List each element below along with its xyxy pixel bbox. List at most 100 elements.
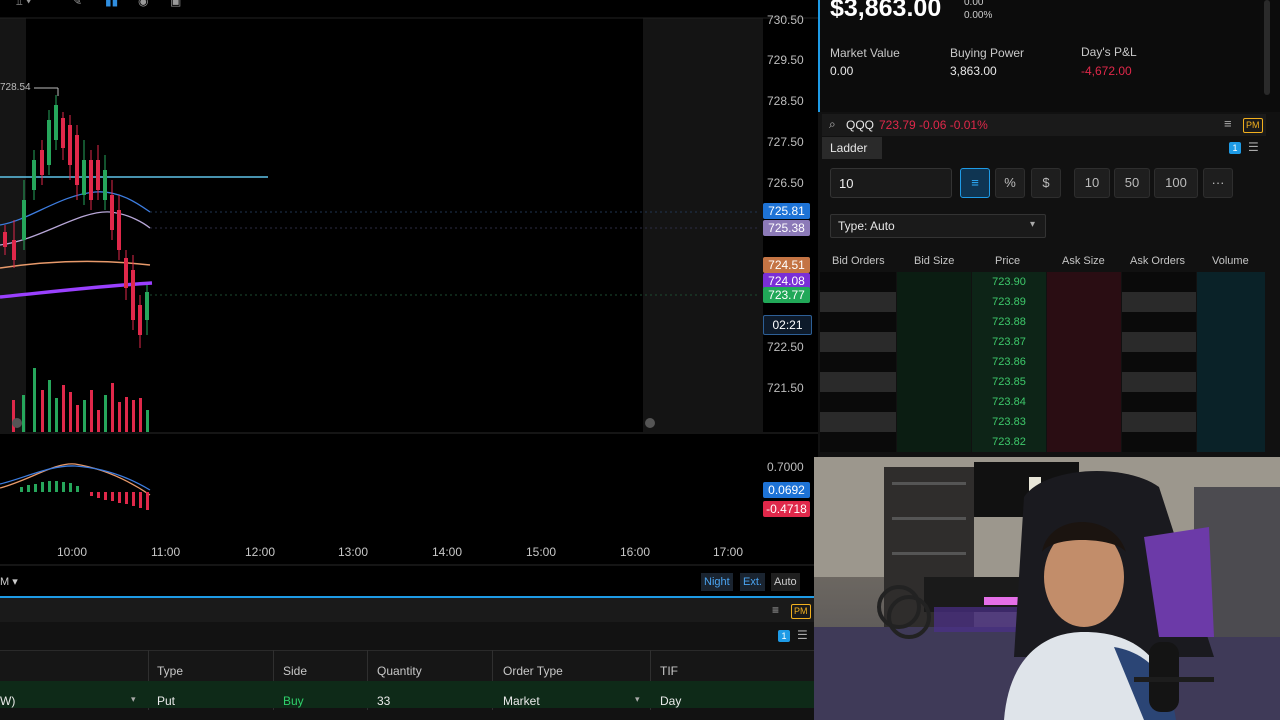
ask-size-cell[interactable] [1047,352,1121,372]
ask-size-cell[interactable] [1047,392,1121,412]
list-icon[interactable]: ☰ [1248,140,1259,154]
price-cell[interactable]: 723.86 [972,352,1046,372]
col-ask-orders[interactable]: Ask Orders [1130,255,1185,267]
ask-size-cell[interactable] [1047,312,1121,332]
bid-orders-cell[interactable] [820,312,896,332]
bid-size-cell[interactable] [897,292,971,312]
timeframe-select[interactable]: M ▾ [0,575,18,588]
ext-button[interactable]: Ext. [740,573,765,591]
chevron-down-icon[interactable]: ▾ [131,694,136,705]
bid-orders-cell[interactable] [820,352,896,372]
bid-orders-cell[interactable] [820,372,896,392]
ask-size-cell[interactable] [1047,432,1121,452]
menu-icon[interactable]: ≡ [1224,116,1232,131]
ask-orders-cell[interactable] [1122,352,1196,372]
quantity-input[interactable]: 10 [830,168,952,198]
type-select[interactable]: Type: Auto ▾ [830,214,1046,238]
auto-button[interactable]: Auto [771,573,800,591]
volume-cell[interactable] [1197,272,1265,292]
percent-icon[interactable]: % [995,168,1025,198]
ask-orders-cell[interactable] [1122,332,1196,352]
col-price[interactable]: Price [995,255,1020,267]
link-badge[interactable]: 1 [778,630,790,642]
bid-size-cell[interactable] [897,372,971,392]
chart-panel[interactable]: ⫫ ▾ ✎ ▮▮ ◉ ▣ 728.54 730.50 729.50 728.50… [0,0,818,598]
bid-size-cell[interactable] [897,352,971,372]
list-icon[interactable]: ☰ [797,628,808,642]
ask-orders-cell[interactable] [1122,432,1196,452]
bid-size-cell[interactable] [897,432,971,452]
price-cell[interactable]: 723.83 [972,412,1046,432]
order-type-value[interactable]: Put [157,694,175,708]
volume-cell[interactable] [1197,392,1265,412]
ask-size-cell[interactable] [1047,272,1121,292]
volume-cell[interactable] [1197,332,1265,352]
ladder-row[interactable]: 723.89 [820,292,1265,312]
ask-orders-cell[interactable] [1122,372,1196,392]
volume-cell[interactable] [1197,432,1265,452]
bid-size-cell[interactable] [897,412,971,432]
order-row[interactable] [0,681,818,708]
bid-size-cell[interactable] [897,312,971,332]
order-tif-value[interactable]: Day [660,694,681,708]
ask-orders-cell[interactable] [1122,292,1196,312]
ladder-row[interactable]: 723.83 [820,412,1265,432]
price-cell[interactable]: 723.84 [972,392,1046,412]
ask-orders-cell[interactable] [1122,412,1196,432]
ask-size-cell[interactable] [1047,332,1121,352]
more-button[interactable]: ··· [1203,168,1233,198]
menu-icon[interactable]: ≡ [772,603,779,617]
volume-cell[interactable] [1197,312,1265,332]
ladder-row[interactable]: 723.82 [820,432,1265,452]
bid-size-cell[interactable] [897,332,971,352]
col-bid-size[interactable]: Bid Size [914,255,954,267]
bid-size-cell[interactable] [897,272,971,292]
bid-orders-cell[interactable] [820,412,896,432]
ask-size-cell[interactable] [1047,372,1121,392]
link-badge[interactable]: 1 [1229,142,1241,154]
ask-orders-cell[interactable] [1122,312,1196,332]
stack-icon[interactable]: ≡ [960,168,990,198]
ask-size-cell[interactable] [1047,292,1121,312]
volume-cell[interactable] [1197,292,1265,312]
price-cell[interactable]: 723.87 [972,332,1046,352]
bid-orders-cell[interactable] [820,332,896,352]
ladder-row[interactable]: 723.84 [820,392,1265,412]
bid-size-cell[interactable] [897,392,971,412]
dollar-icon[interactable]: $ [1031,168,1061,198]
order-symbol-tail[interactable]: W) [0,694,15,708]
ladder-row[interactable]: 723.87 [820,332,1265,352]
chevron-down-icon[interactable]: ▾ [635,694,640,705]
bid-orders-cell[interactable] [820,272,896,292]
ask-size-cell[interactable] [1047,412,1121,432]
ask-orders-cell[interactable] [1122,272,1196,292]
qty-preset-50[interactable]: 50 [1114,168,1150,198]
account-scrollbar[interactable] [1264,0,1270,95]
price-cell[interactable]: 723.88 [972,312,1046,332]
search-icon[interactable]: ⌕ [829,117,836,132]
ask-orders-cell[interactable] [1122,392,1196,412]
night-button[interactable]: Night [701,573,733,591]
price-cell[interactable]: 723.90 [972,272,1046,292]
qty-preset-10[interactable]: 10 [1074,168,1110,198]
col-ask-size[interactable]: Ask Size [1062,255,1105,267]
bid-orders-cell[interactable] [820,292,896,312]
qty-preset-100[interactable]: 100 [1154,168,1198,198]
col-bid-orders[interactable]: Bid Orders [832,255,885,267]
order-ordertype-value[interactable]: Market [503,694,540,708]
volume-cell[interactable] [1197,372,1265,392]
order-quantity-value[interactable]: 33 [377,694,390,708]
ladder-row[interactable]: 723.85 [820,372,1265,392]
price-cell[interactable]: 723.85 [972,372,1046,392]
price-cell[interactable]: 723.82 [972,432,1046,452]
ladder-row[interactable]: 723.86 [820,352,1265,372]
bid-orders-cell[interactable] [820,392,896,412]
col-volume[interactable]: Volume [1212,255,1249,267]
volume-cell[interactable] [1197,352,1265,372]
symbol-text[interactable]: QQQ [846,118,874,132]
bid-orders-cell[interactable] [820,432,896,452]
ladder-row[interactable]: 723.88 [820,312,1265,332]
volume-cell[interactable] [1197,412,1265,432]
ladder-row[interactable]: 723.90 [820,272,1265,292]
order-side-value[interactable]: Buy [283,694,304,708]
